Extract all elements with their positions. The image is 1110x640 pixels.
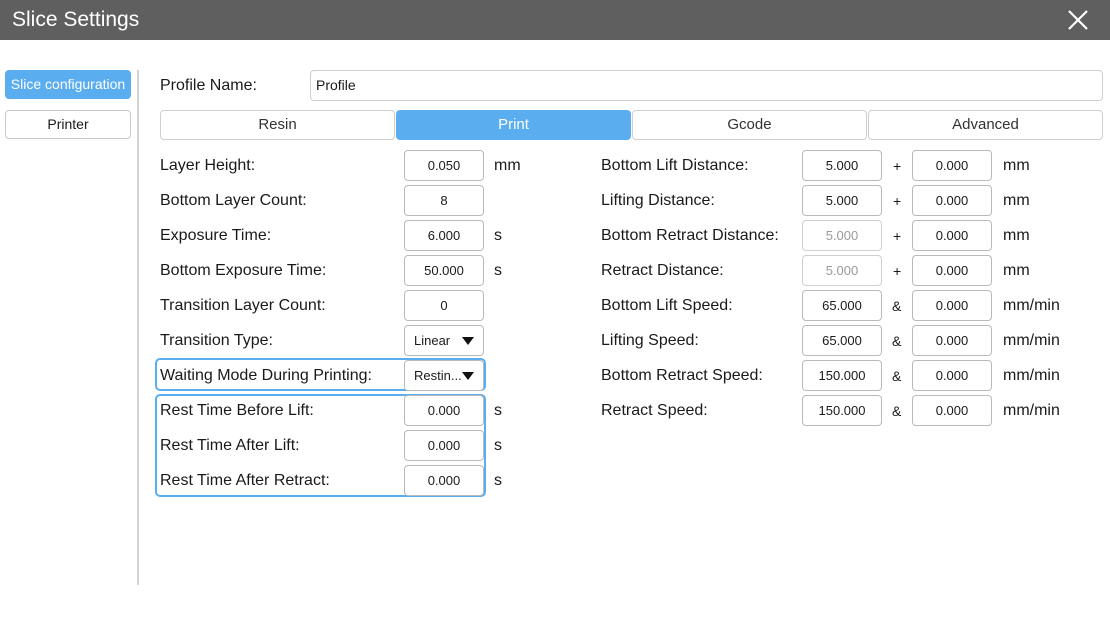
rest-time-after-retract-input[interactable]: 0.000	[404, 465, 484, 496]
profile-name-label: Profile Name:	[160, 77, 257, 94]
waiting-mode-label: Waiting Mode During Printing:	[160, 367, 372, 384]
bottom-retract-distance-input: 5.000	[802, 220, 882, 251]
close-icon[interactable]	[1064, 6, 1092, 34]
bottom-lift-speed-label: Bottom Lift Speed:	[601, 297, 733, 314]
bottom-lift-distance-label: Bottom Lift Distance:	[601, 157, 749, 174]
sidebar-item-printer[interactable]: Printer	[5, 110, 131, 139]
retract-distance-label: Retract Distance:	[601, 262, 724, 279]
tab-gcode[interactable]: Gcode	[632, 110, 867, 140]
rest-time-after-lift-input[interactable]: 0.000	[404, 430, 484, 461]
lifting-speed-input[interactable]: 65.000	[802, 325, 882, 356]
bottom-retract-distance-unit: mm	[1003, 227, 1030, 244]
transition-type-label: Transition Type:	[160, 332, 273, 349]
bottom-lift-distance-extra-input[interactable]: 0.000	[912, 150, 992, 181]
bottom-retract-speed-input[interactable]: 150.000	[802, 360, 882, 391]
transition-layer-count-label: Transition Layer Count:	[160, 297, 326, 314]
triangle-down-icon	[462, 337, 474, 345]
lifting-distance-unit: mm	[1003, 192, 1030, 209]
operator-plus: +	[893, 263, 902, 279]
bottom-layer-count-input[interactable]: 8	[404, 185, 484, 216]
retract-speed-label: Retract Speed:	[601, 402, 708, 419]
bottom-lift-speed-unit: mm/min	[1003, 297, 1060, 314]
rest-time-after-lift-unit: s	[494, 437, 502, 454]
layer-height-label: Layer Height:	[160, 157, 256, 174]
exposure-time-unit: s	[494, 227, 502, 244]
title-bar: Slice Settings	[0, 0, 1110, 40]
bottom-retract-distance-extra-input[interactable]: 0.000	[912, 220, 992, 251]
lifting-distance-label: Lifting Distance:	[601, 192, 715, 209]
sidebar-divider	[137, 70, 139, 585]
lifting-speed-unit: mm/min	[1003, 332, 1060, 349]
lifting-distance-extra-input[interactable]: 0.000	[912, 185, 992, 216]
transition-type-value: Linear	[414, 333, 451, 348]
retract-speed-extra-input[interactable]: 0.000	[912, 395, 992, 426]
operator-ampersand: &	[892, 298, 902, 314]
rest-time-before-lift-unit: s	[494, 402, 502, 419]
operator-ampersand: &	[892, 368, 902, 384]
sidebar-item-slice-configuration[interactable]: Slice configuration	[5, 70, 131, 99]
triangle-down-icon	[462, 372, 474, 380]
exposure-time-label: Exposure Time:	[160, 227, 272, 244]
transition-type-select[interactable]: Linear	[404, 325, 484, 356]
tab-advanced[interactable]: Advanced	[868, 110, 1103, 140]
retract-speed-unit: mm/min	[1003, 402, 1060, 419]
bottom-exposure-time-unit: s	[494, 262, 502, 279]
rest-time-after-retract-unit: s	[494, 472, 502, 489]
waiting-mode-select[interactable]: Restin...	[404, 360, 484, 391]
window-title: Slice Settings	[12, 8, 140, 31]
transition-layer-count-input[interactable]: 0	[404, 290, 484, 321]
layer-height-unit: mm	[494, 157, 521, 174]
bottom-retract-speed-extra-input[interactable]: 0.000	[912, 360, 992, 391]
bottom-retract-speed-unit: mm/min	[1003, 367, 1060, 384]
operator-plus: +	[893, 158, 902, 174]
operator-plus: +	[893, 228, 902, 244]
lifting-distance-input[interactable]: 5.000	[802, 185, 882, 216]
exposure-time-input[interactable]: 6.000	[404, 220, 484, 251]
rest-time-before-lift-label: Rest Time Before Lift:	[160, 402, 314, 419]
retract-distance-input: 5.000	[802, 255, 882, 286]
tab-resin[interactable]: Resin	[160, 110, 395, 140]
bottom-layer-count-label: Bottom Layer Count:	[160, 192, 307, 209]
bottom-lift-speed-extra-input[interactable]: 0.000	[912, 290, 992, 321]
rest-time-before-lift-input[interactable]: 0.000	[404, 395, 484, 426]
rest-time-after-lift-label: Rest Time After Lift:	[160, 437, 300, 454]
bottom-lift-speed-input[interactable]: 65.000	[802, 290, 882, 321]
retract-speed-input[interactable]: 150.000	[802, 395, 882, 426]
lifting-speed-label: Lifting Speed:	[601, 332, 699, 349]
retract-distance-extra-input[interactable]: 0.000	[912, 255, 992, 286]
tab-print[interactable]: Print	[396, 110, 631, 140]
layer-height-input[interactable]: 0.050	[404, 150, 484, 181]
bottom-lift-distance-input[interactable]: 5.000	[802, 150, 882, 181]
lifting-speed-extra-input[interactable]: 0.000	[912, 325, 992, 356]
rest-time-after-retract-label: Rest Time After Retract:	[160, 472, 330, 489]
bottom-exposure-time-input[interactable]: 50.000	[404, 255, 484, 286]
bottom-lift-distance-unit: mm	[1003, 157, 1030, 174]
operator-ampersand: &	[892, 333, 902, 349]
operator-ampersand: &	[892, 403, 902, 419]
bottom-retract-speed-label: Bottom Retract Speed:	[601, 367, 763, 384]
bottom-retract-distance-label: Bottom Retract Distance:	[601, 227, 779, 244]
waiting-mode-value: Restin...	[414, 368, 462, 383]
operator-plus: +	[893, 193, 902, 209]
bottom-exposure-time-label: Bottom Exposure Time:	[160, 262, 327, 279]
profile-name-input[interactable]: Profile	[310, 70, 1103, 101]
retract-distance-unit: mm	[1003, 262, 1030, 279]
